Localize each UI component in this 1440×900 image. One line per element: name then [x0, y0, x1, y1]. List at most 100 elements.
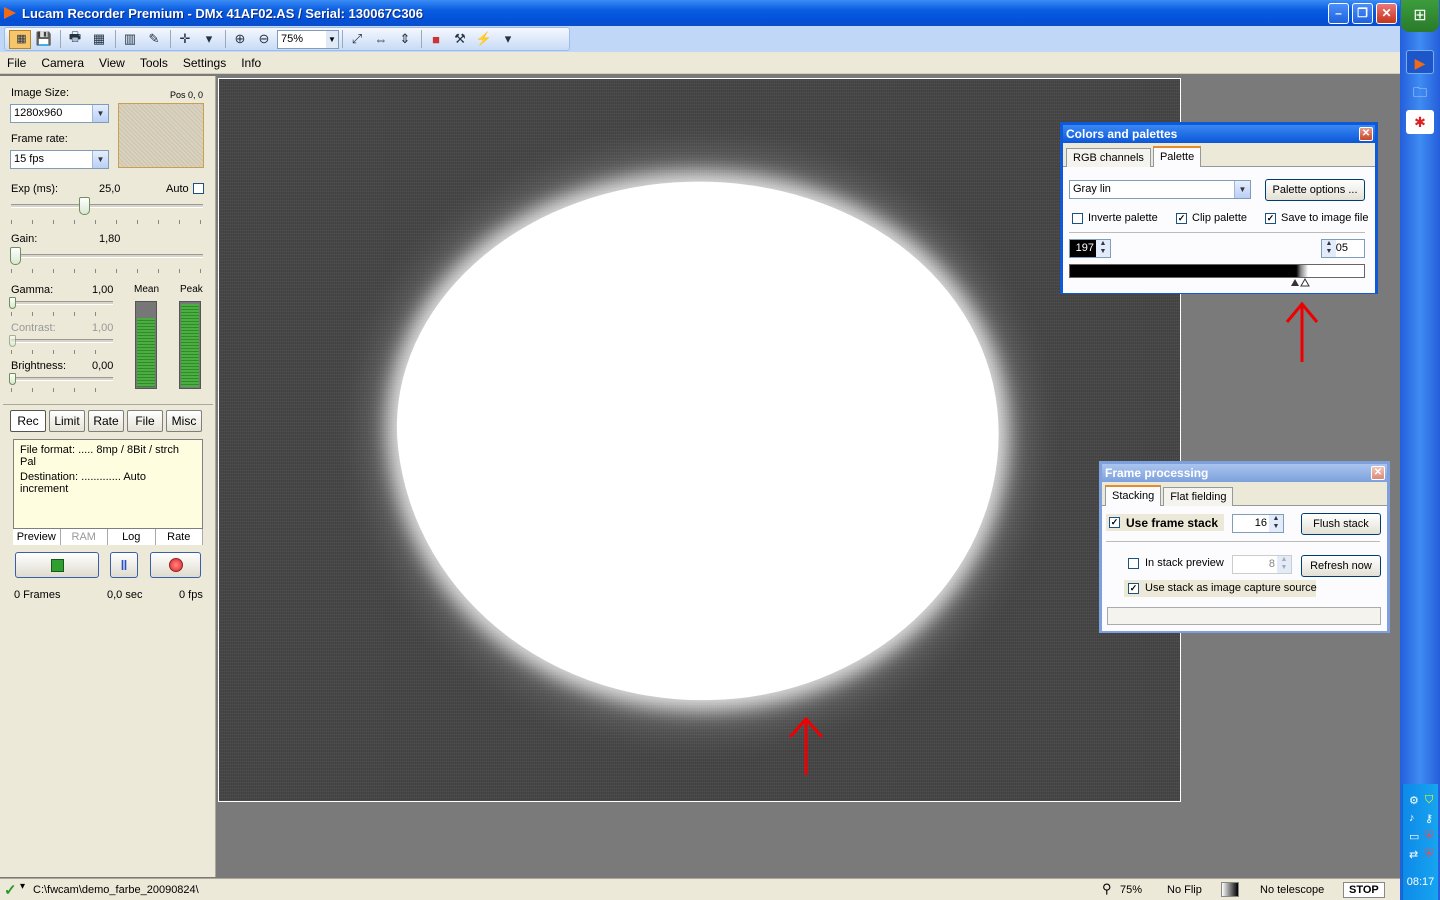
exposure-slider[interactable] — [11, 204, 203, 208]
gain-ticks — [11, 269, 203, 273]
zoom-in-icon[interactable]: ⊕ — [229, 28, 251, 50]
flip-vertical-icon[interactable]: ⇕ — [394, 28, 416, 50]
wand-dropdown-icon[interactable]: ▾ — [497, 28, 519, 50]
table-icon[interactable]: ▦ — [9, 29, 31, 49]
spinner-arrows-icon[interactable]: ▲ ▼ — [1269, 515, 1283, 532]
frame-rate-select[interactable]: 15 fps ▼ — [10, 150, 109, 169]
exposure-slider-thumb[interactable] — [79, 197, 90, 215]
stop-button[interactable]: STOP — [1343, 882, 1385, 898]
tab-limit[interactable]: Limit — [49, 410, 85, 432]
close-button[interactable]: ✕ — [1376, 2, 1397, 24]
clock[interactable]: 08:17 — [1403, 876, 1438, 888]
tab-palette[interactable]: Palette — [1152, 146, 1202, 168]
crosshair-dropdown-icon[interactable]: ▾ — [198, 28, 220, 50]
record-icon — [168, 558, 183, 572]
network-icon[interactable]: ⚙ — [1409, 794, 1419, 807]
gain-slider-thumb[interactable] — [10, 247, 21, 265]
menu-info[interactable]: Info — [234, 56, 269, 70]
stack-count-spinner[interactable]: 16 ▲ ▼ — [1232, 514, 1284, 533]
brush-icon[interactable]: ✎ — [143, 28, 165, 50]
frame-processing-window: Frame processing ✕ Stacking Flat fielding… — [1099, 461, 1390, 633]
shield-icon[interactable]: ⛉ — [1425, 794, 1433, 807]
tab-misc[interactable]: Misc — [166, 410, 202, 432]
taskbar-app-recorder[interactable]: ▶ — [1406, 50, 1434, 74]
zoom-select[interactable]: 75% ▼ — [277, 29, 339, 49]
spinner-arrows-icon[interactable]: ▲ ▼ — [1096, 240, 1110, 257]
crosshair-icon[interactable]: ✛ — [174, 28, 196, 50]
play-button[interactable] — [15, 552, 99, 578]
inverte-palette-checkbox[interactable] — [1072, 213, 1083, 224]
use-stack-source-checkbox[interactable]: ✓ — [1128, 583, 1139, 594]
tab-rgb-channels[interactable]: RGB channels — [1066, 148, 1151, 168]
subtab-preview[interactable]: Preview — [13, 529, 61, 545]
in-stack-preview-checkbox[interactable] — [1128, 558, 1139, 569]
menu-file[interactable]: File — [0, 56, 34, 70]
speaker-icon[interactable]: ♪ — [1409, 812, 1415, 824]
start-button[interactable]: ⊞ — [1401, 0, 1439, 32]
gamma-slider[interactable] — [11, 301, 113, 305]
tab-rec[interactable]: Rec — [10, 410, 46, 432]
taskbar-app-tool[interactable]: ✱ — [1406, 110, 1434, 134]
save-icon[interactable]: 💾 — [33, 28, 55, 50]
use-frame-stack-checkbox[interactable]: ✓ — [1109, 517, 1120, 528]
brightness-slider-thumb[interactable] — [9, 373, 16, 385]
check-dropdown-icon[interactable]: ▾ — [20, 881, 25, 892]
pause-button[interactable]: ‖ — [110, 552, 138, 578]
menu-camera[interactable]: Camera — [34, 56, 92, 70]
close-icon[interactable]: ✕ — [1371, 466, 1385, 480]
palette-high-spinner[interactable]: ▲ ▼ 205 — [1321, 239, 1365, 258]
palette-select[interactable]: Gray lin ▼ — [1069, 180, 1251, 199]
flip-horizontal-icon[interactable]: ⇔ — [370, 28, 392, 50]
palette-range-markers[interactable] — [1289, 277, 1313, 287]
tools-icon[interactable]: ⚒ — [449, 28, 471, 50]
wand-icon[interactable]: ⚡ — [473, 28, 495, 50]
spinner-arrows-icon[interactable]: ▲ ▼ — [1322, 240, 1336, 257]
gamma-slider-thumb[interactable] — [9, 297, 16, 309]
status-flip: No Flip — [1167, 884, 1202, 896]
menu-tools[interactable]: Tools — [133, 56, 176, 70]
subtab-rate[interactable]: Rate — [156, 529, 203, 545]
security-icon[interactable]: ⛨ — [1425, 830, 1433, 843]
image-size-select[interactable]: 1280x960 ▼ — [10, 104, 109, 123]
tab-rate[interactable]: Rate — [88, 410, 124, 432]
brightness-slider[interactable] — [11, 377, 113, 381]
taskbar-app-explorer[interactable]: 🗀 — [1406, 80, 1434, 104]
alert-icon[interactable]: ⛨ — [1425, 848, 1433, 861]
histogram-icon[interactable]: ▥ — [119, 28, 141, 50]
usb-icon[interactable]: ⚷ — [1425, 812, 1433, 825]
connection-icon[interactable]: ⇄ — [1409, 848, 1418, 861]
status-telescope: No telescope — [1260, 884, 1325, 896]
contrast-slider[interactable] — [11, 339, 113, 343]
record-button[interactable] — [150, 552, 201, 578]
contrast-slider-thumb[interactable] — [9, 335, 16, 347]
grid-layout-icon[interactable]: ▦ — [88, 28, 110, 50]
clip-palette-checkbox[interactable]: ✓ — [1176, 213, 1187, 224]
stack-progress-bar — [1107, 607, 1381, 625]
auto-checkbox[interactable] — [193, 183, 204, 194]
tab-stacking[interactable]: Stacking — [1105, 485, 1162, 507]
print-icon[interactable]: 🖶 — [64, 28, 86, 50]
close-icon[interactable]: ✕ — [1359, 127, 1373, 141]
gain-slider[interactable] — [11, 254, 203, 258]
windows-logo-icon: ⊞ — [1413, 7, 1427, 24]
tab-flat-fielding[interactable]: Flat fielding — [1163, 487, 1234, 507]
save-to-image-checkbox[interactable]: ✓ — [1265, 213, 1276, 224]
maximize-button[interactable]: ❐ — [1352, 2, 1373, 24]
minimize-button[interactable]: – — [1328, 2, 1349, 24]
subtab-log[interactable]: Log — [108, 529, 156, 545]
palette-gradient-bar[interactable] — [1069, 264, 1365, 278]
monitor-icon[interactable]: ■ — [425, 28, 447, 50]
palette-low-spinner[interactable]: 197 ▲ ▼ — [1069, 239, 1111, 258]
flush-stack-button[interactable]: Flush stack — [1301, 513, 1381, 535]
refresh-now-button[interactable]: Refresh now — [1301, 555, 1381, 577]
palette-options-button[interactable]: Palette options ... — [1265, 179, 1365, 201]
monitor-tray-icon[interactable]: ▭ — [1409, 830, 1419, 843]
fit-window-icon[interactable]: ⤢ — [346, 28, 368, 50]
zoom-out-icon[interactable]: ⊖ — [253, 28, 275, 50]
preview-thumbnail[interactable] — [118, 103, 204, 168]
use-frame-stack-label: Use frame stack — [1126, 516, 1219, 530]
menu-settings[interactable]: Settings — [176, 56, 234, 70]
menu-view[interactable]: View — [92, 56, 133, 70]
tab-file[interactable]: File — [127, 410, 163, 432]
camera-image-view[interactable] — [218, 78, 1181, 802]
